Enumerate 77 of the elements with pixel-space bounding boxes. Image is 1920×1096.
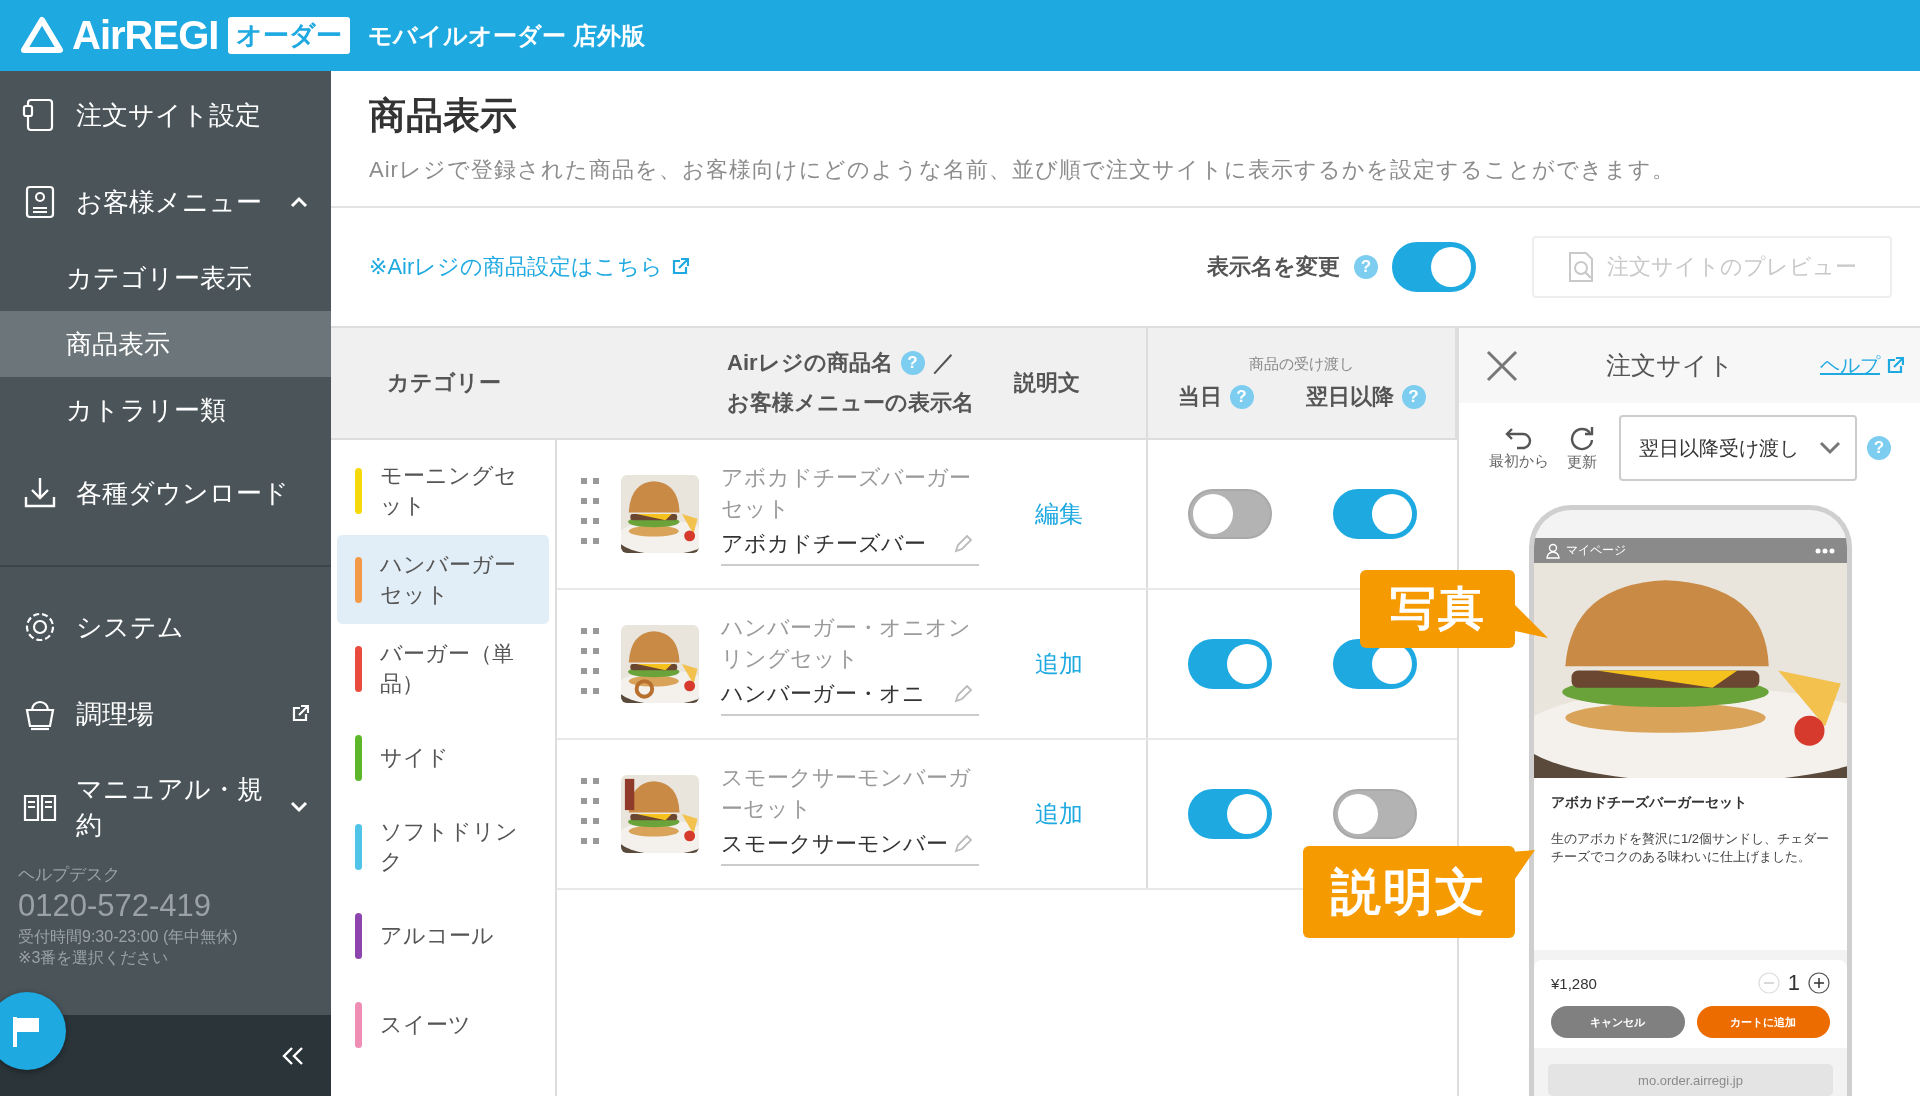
pencil-icon: [953, 534, 973, 554]
document-search-icon: [1567, 251, 1595, 283]
rename-label: 表示名を変更: [1207, 253, 1340, 281]
product-name: スモークサーモンバーガーセット: [721, 764, 972, 823]
close-icon[interactable]: [1485, 348, 1519, 383]
external-link-icon: [671, 258, 690, 276]
external-link-icon: [1886, 356, 1904, 375]
nav-item[interactable]: お客様メニュー: [0, 158, 331, 245]
toggle-switch[interactable]: [1188, 789, 1273, 839]
url-bar: mo.order.airregi.jp: [1548, 1064, 1833, 1096]
toggle-switch[interactable]: [1188, 639, 1273, 689]
flag-icon: [12, 1015, 42, 1047]
helpdesk-label: ヘルプデスク: [18, 864, 121, 886]
product-title: アボカドチーズバーガーセット: [1551, 794, 1748, 812]
column-header: 説明文: [1014, 369, 1080, 397]
price-text: ¥1,280: [1551, 974, 1598, 992]
panel-title: 注文サイト: [1604, 350, 1735, 381]
display-name-field[interactable]: アボカドチーズバー: [721, 524, 979, 566]
category-item[interactable]: サイド: [337, 713, 549, 802]
category-item[interactable]: バーガー（単品）: [337, 624, 549, 713]
slash-text: ／: [932, 349, 955, 377]
toggle-switch[interactable]: [1332, 789, 1417, 839]
chevron-down-icon: [1819, 441, 1841, 455]
category-item[interactable]: モーニングセット: [337, 446, 549, 535]
refresh-button[interactable]: 更新: [1563, 424, 1601, 472]
product-badge: オーダー: [228, 17, 351, 54]
pencil-icon: [953, 834, 973, 854]
category-item[interactable]: スイーツ: [337, 980, 549, 1069]
product-description: 生のアボカドを贅沢に1/2個サンドし、チェダーチーズでコクのある味わいに仕上げました。: [1551, 830, 1830, 866]
nav-subitem[interactable]: カテゴリー表示: [0, 245, 331, 311]
column-header: 翌日以降: [1305, 382, 1394, 411]
nav-item[interactable]: 注文サイト設定: [0, 71, 331, 158]
app-title: モバイルオーダー 店外版: [368, 20, 646, 51]
person-icon: [1546, 542, 1560, 559]
product-name: アボカドチーズバーガーセット: [721, 464, 972, 523]
column-header: 当日: [1177, 382, 1222, 411]
plus-icon[interactable]: [1808, 972, 1830, 994]
collapse-icon[interactable]: [281, 1044, 305, 1067]
refresh-icon: [1568, 424, 1596, 451]
column-header: お客様メニューの表示名: [727, 389, 974, 417]
nav-item[interactable]: 調理場: [0, 670, 331, 757]
page-description: Airレジで登録された商品を、お客様向けにどのような名前、並び順で注文サイトに表示するかを設定することができます。: [369, 156, 1676, 184]
pencil-icon: [953, 684, 973, 704]
display-name-field[interactable]: ハンバーガー・オニ: [721, 674, 979, 716]
helpdesk-hours: 受付時間9:30-23:00 (年中無休): [18, 927, 239, 947]
helpdesk-phone: 0120-572-419: [18, 888, 213, 924]
nav-subitem[interactable]: カトラリー類: [0, 377, 331, 443]
toggle-switch[interactable]: [1188, 489, 1273, 539]
undo-icon: [1504, 425, 1534, 450]
nav-item[interactable]: 各種ダウンロード: [0, 443, 331, 543]
minus-icon[interactable]: [1757, 972, 1780, 994]
triangle-logo-icon: [20, 15, 64, 56]
nav-subitem[interactable]: 商品表示: [0, 311, 331, 377]
column-group-header: 商品の受け渡し: [1249, 354, 1354, 374]
restart-button[interactable]: 最初から: [1485, 425, 1553, 471]
nav-item[interactable]: マニュアル・規約: [0, 757, 331, 857]
more-icon[interactable]: [1815, 547, 1835, 554]
helpdesk-note: ※3番を選択ください: [18, 948, 170, 968]
flag-button[interactable]: [0, 992, 66, 1070]
column-header: カテゴリー: [387, 369, 501, 397]
display-name-field[interactable]: スモークサーモンバー: [721, 824, 979, 866]
category-item[interactable]: ソフトドリンク: [337, 802, 549, 891]
toggle-switch[interactable]: [1332, 489, 1417, 539]
cancel-button[interactable]: キャンセル: [1551, 1006, 1685, 1038]
nav-item[interactable]: システム: [0, 583, 331, 670]
category-item[interactable]: ハンバーガーセット: [337, 535, 549, 624]
category-item[interactable]: アルコール: [337, 891, 549, 980]
product-name: ハンバーガー・オニオンリングセット: [721, 614, 972, 673]
phone-header-bar: マイページ: [1534, 538, 1847, 563]
mode-select[interactable]: 翌日以降受け渡し: [1619, 415, 1857, 481]
brand-logo: AirREGI: [72, 13, 219, 58]
column-header: Airレジの商品名: [727, 349, 893, 377]
callout-label: 説明文: [1303, 846, 1537, 938]
page-title: 商品表示: [369, 94, 518, 138]
callout-label: 写真: [1360, 570, 1550, 648]
toggle-switch[interactable]: [1392, 242, 1476, 292]
quantity-text: 1: [1787, 970, 1800, 996]
